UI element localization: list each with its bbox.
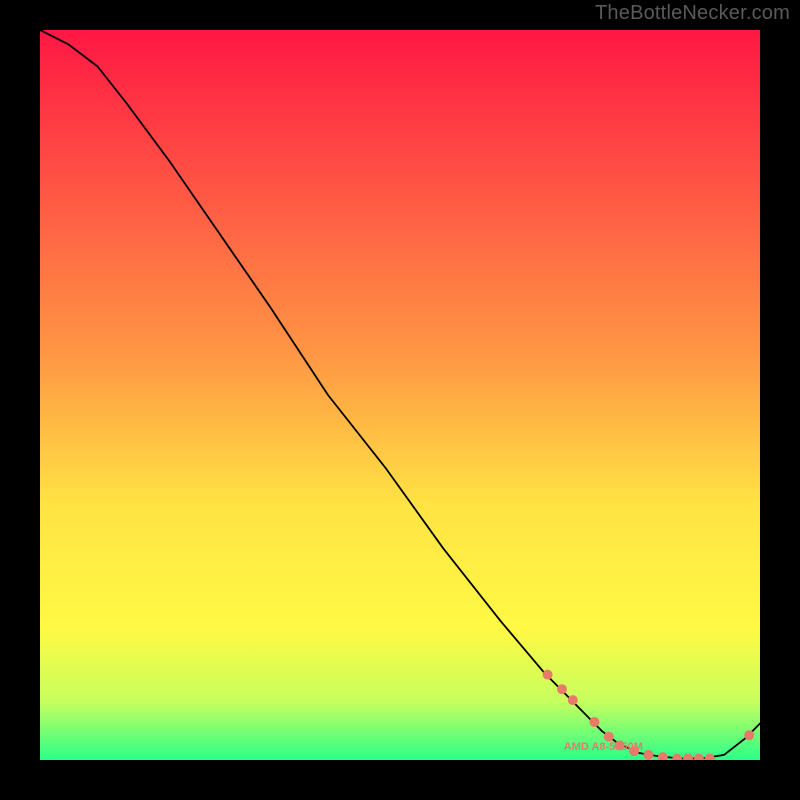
plot-area: AMD A8-5550M	[40, 30, 760, 760]
data-marker	[615, 740, 625, 750]
chart-canvas: TheBottleNecker.com AMD A8-5550M	[0, 0, 800, 800]
data-marker	[543, 670, 553, 680]
data-marker	[744, 730, 754, 740]
attribution-label: TheBottleNecker.com	[595, 2, 790, 25]
data-marker	[604, 732, 614, 742]
data-marker	[629, 746, 639, 756]
data-marker	[568, 695, 578, 705]
plot-svg	[40, 30, 760, 760]
data-marker	[557, 684, 567, 694]
gradient-background	[40, 30, 760, 760]
data-marker	[589, 717, 599, 727]
data-marker	[643, 750, 653, 760]
